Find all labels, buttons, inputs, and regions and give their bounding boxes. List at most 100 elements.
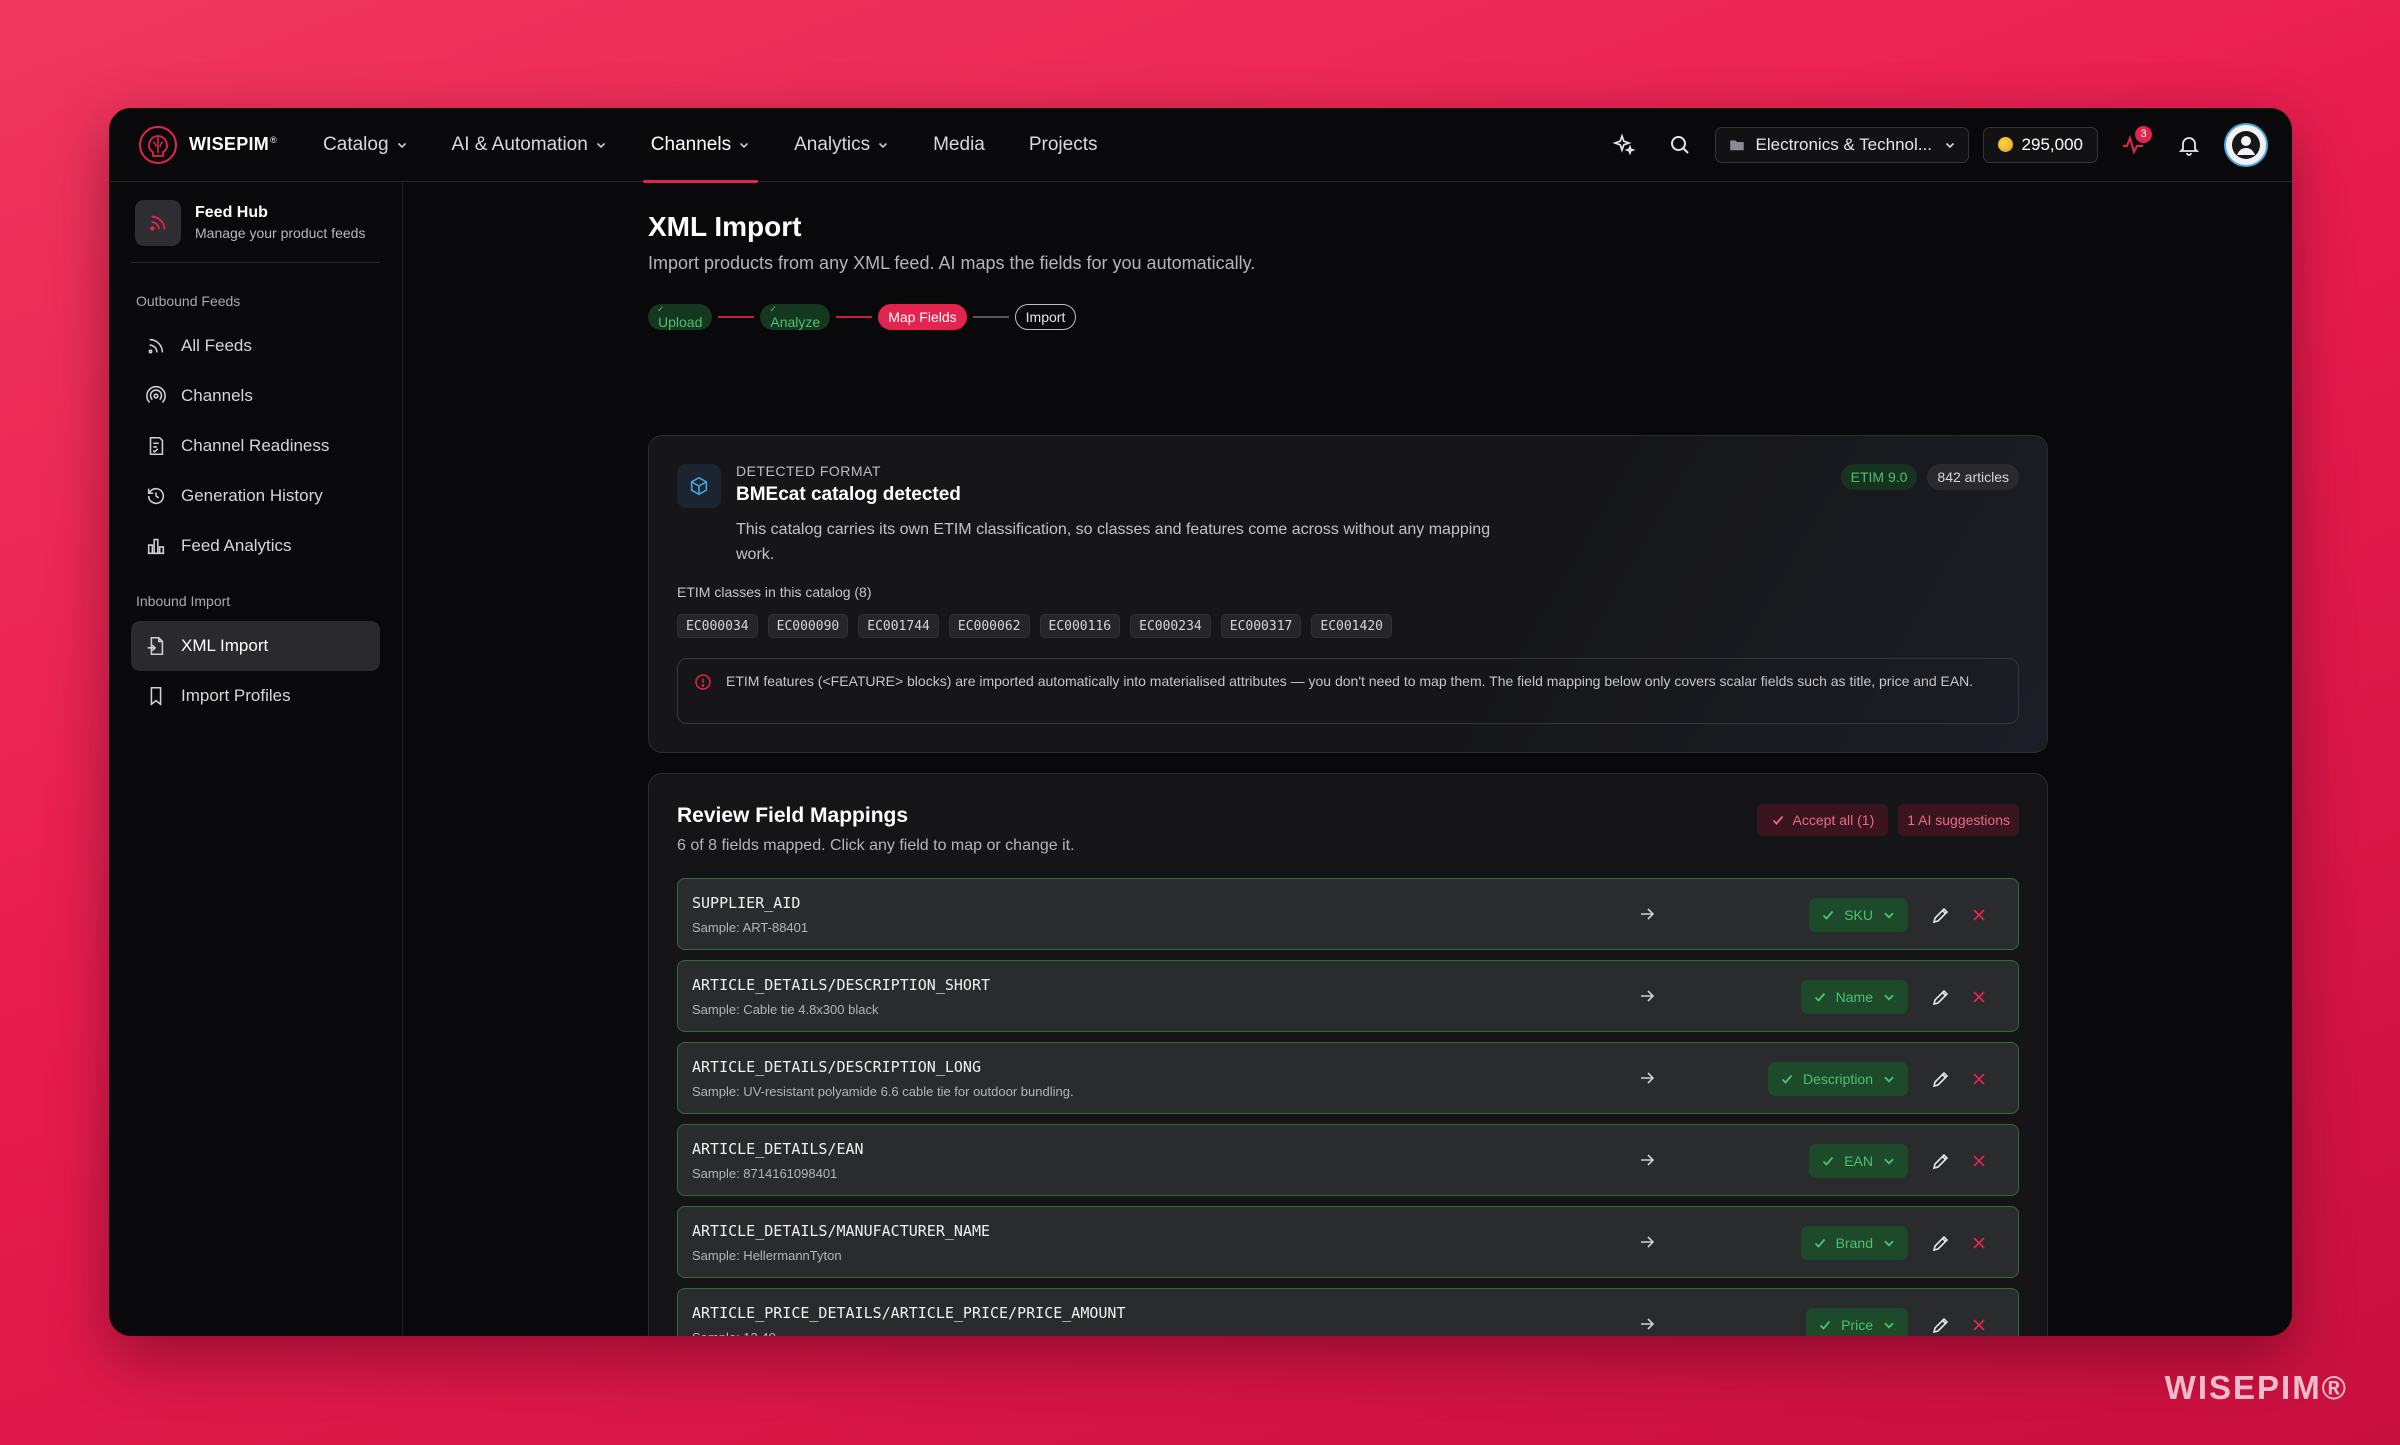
step-upload[interactable]: ✓ Upload — [648, 304, 713, 330]
feed-hub-icon-box — [135, 199, 181, 246]
credits-balance[interactable]: 295,000 — [1982, 126, 2098, 163]
close-icon[interactable] — [1968, 1314, 1990, 1336]
nav-projects[interactable]: Projects — [1007, 108, 1120, 182]
source-field-name: ARTICLE_DETAILS/DESCRIPTION_SHORT — [692, 976, 991, 994]
source-field-name: ARTICLE_DETAILS/EAN — [692, 1140, 864, 1158]
nav-media[interactable]: Media — [911, 108, 1007, 182]
user-avatar[interactable] — [2224, 122, 2268, 167]
activity-button[interactable]: 3 — [2112, 124, 2154, 166]
accept-all-button[interactable]: Accept all (1) — [1756, 804, 1889, 836]
mapping-row[interactable]: ARTICLE_DETAILS/DESCRIPTION_SHORT Sample:… — [677, 960, 2019, 1032]
nav-right: Electronics & Technol... 295,000 3 — [1603, 122, 2268, 167]
sidebar-item-channels[interactable]: Channels — [131, 371, 380, 421]
target-field-select[interactable]: EAN — [1809, 1144, 1908, 1178]
inbound-section-label: Inbound Import — [136, 593, 231, 609]
mapping-row[interactable]: ARTICLE_DETAILS/MANUFACTURER_NAME Sample:… — [677, 1206, 2019, 1278]
chevron-down-icon — [740, 142, 749, 148]
pencil-icon[interactable] — [1930, 1232, 1952, 1254]
target-field-select[interactable]: Name — [1800, 980, 1908, 1014]
app-window: WISEPIM® Catalog AI & Automation Channels A… — [109, 108, 2292, 1336]
activity-badge: 3 — [2135, 125, 2152, 143]
close-icon[interactable] — [1968, 1068, 1990, 1090]
pencil-icon[interactable] — [1930, 1314, 1952, 1336]
chevron-down-icon — [596, 142, 605, 148]
mapping-row[interactable]: ARTICLE_PRICE_DETAILS/ARTICLE_PRICE/PRIC… — [677, 1288, 2019, 1336]
chevron-down-icon — [1884, 1158, 1894, 1165]
sidebar-item-label: XML Import — [181, 636, 269, 655]
main-nav: Catalog AI & Automation Channels Analytics M… — [301, 108, 1120, 183]
target-field-select[interactable]: Price — [1806, 1308, 1908, 1336]
arrow-right-icon — [1641, 990, 1655, 1002]
ai-suggestions-button[interactable]: 1 AI suggestions — [1898, 804, 2019, 836]
page-title: XML Import — [648, 211, 802, 242]
sidebar-item-feed-analytics[interactable]: Feed Analytics — [131, 521, 380, 571]
notifications-button[interactable] — [2168, 124, 2210, 166]
source-field-name: ARTICLE_PRICE_DETAILS/ARTICLE_PRICE/PRIC… — [692, 1304, 1126, 1322]
mapping-row[interactable]: SUPPLIER_AID Sample: ART-88401 SKU — [677, 878, 2019, 950]
etim-info-text: ETIM features (<FEATURE> blocks) are imp… — [726, 673, 1974, 689]
target-field-select[interactable]: SKU — [1809, 898, 1908, 932]
chevron-down-icon — [1884, 994, 1894, 1001]
sidebar-item-import-profiles[interactable]: Import Profiles — [131, 671, 380, 721]
nav-catalog[interactable]: Catalog — [301, 108, 430, 182]
detected-format-card: DETECTED FORMAT BMEcat catalog detected … — [648, 435, 2048, 753]
nav-analytics[interactable]: Analytics — [772, 108, 911, 182]
etim-info-notice: ETIM features (<FEATURE> blocks) are imp… — [677, 658, 2019, 724]
nav-channels[interactable]: Channels — [629, 108, 772, 183]
close-icon[interactable] — [1968, 986, 1990, 1008]
import-stepper: ✓ Upload ✓ Analyze Map Fields Import — [648, 304, 1077, 330]
close-icon[interactable] — [1968, 904, 1990, 926]
step-label: Map Fields — [888, 309, 957, 325]
pencil-icon[interactable] — [1930, 1150, 1952, 1172]
mapping-row[interactable]: ARTICLE_DETAILS/EAN Sample: 8714161098401… — [677, 1124, 2019, 1196]
sidebar-item-label: Import Profiles — [181, 686, 291, 705]
brand-name: WISEPIM® — [189, 134, 278, 154]
sidebar-item-generation-history[interactable]: Generation History — [131, 471, 380, 521]
pencil-icon[interactable] — [1930, 904, 1952, 926]
source-field-name: ARTICLE_DETAILS/DESCRIPTION_LONG — [692, 1058, 981, 1076]
bookmark-icon — [150, 686, 162, 706]
sidebar-item-label: Feed Analytics — [181, 536, 292, 555]
nav-label: Channels — [650, 133, 732, 155]
close-icon[interactable] — [1968, 1232, 1990, 1254]
step-map-fields[interactable]: Map Fields — [878, 304, 967, 330]
arrow-right-icon — [1641, 1318, 1655, 1330]
etim-class-chip: EC000062 — [948, 614, 1030, 638]
step-import[interactable]: Import — [1014, 304, 1077, 330]
brain-logo-icon — [139, 125, 177, 164]
workspace-select[interactable]: Electronics & Technol... — [1714, 126, 1969, 163]
history-icon — [147, 487, 165, 505]
broadcast-icon — [146, 385, 166, 403]
etim-classes-label: ETIM classes in this catalog (8) — [677, 584, 872, 600]
mapping-row[interactable]: ARTICLE_DETAILS/DESCRIPTION_LONG Sample: … — [677, 1042, 2019, 1114]
search-button[interactable] — [1659, 124, 1701, 166]
sidebar-item-xml-import[interactable]: XML Import — [131, 621, 380, 671]
coin-icon — [1997, 137, 2013, 152]
step-label: Import — [1025, 309, 1066, 325]
nav-ai-automation[interactable]: AI & Automation — [430, 108, 629, 182]
step-connector — [836, 316, 873, 318]
sidebar-item-all-feeds[interactable]: All Feeds — [131, 321, 380, 371]
source-field-sample: Sample: 8714161098401 — [692, 1166, 838, 1181]
etim-class-chip: EC001744 — [858, 614, 939, 638]
sparkle-icon — [1611, 132, 1636, 155]
source-field-sample: Sample: ART-88401 — [692, 920, 809, 935]
accept-all-label: Accept all (1) — [1792, 812, 1875, 828]
nav-label: Analytics — [794, 133, 871, 155]
close-icon[interactable] — [1968, 1150, 1990, 1172]
target-field-select[interactable]: Brand — [1800, 1226, 1908, 1260]
brand-logo[interactable]: WISEPIM® — [137, 124, 277, 166]
pencil-icon[interactable] — [1930, 1068, 1952, 1090]
ai-sparkle-button[interactable] — [1603, 124, 1645, 166]
nav-label: Media — [933, 133, 985, 155]
sidebar-item-channel-readiness[interactable]: Channel Readiness — [131, 421, 380, 471]
nav-label: AI & Automation — [451, 133, 588, 155]
etim-class-chip: EC000317 — [1220, 614, 1302, 638]
source-field-name: ARTICLE_DETAILS/MANUFACTURER_NAME — [692, 1222, 991, 1240]
pencil-icon[interactable] — [1930, 986, 1952, 1008]
step-analyze[interactable]: ✓ Analyze — [760, 304, 831, 330]
feed-hub-title: Feed Hub — [195, 204, 268, 221]
target-field-select[interactable]: Description — [1767, 1062, 1908, 1096]
chevron-down-icon — [397, 142, 406, 148]
checklist-icon — [149, 436, 164, 456]
